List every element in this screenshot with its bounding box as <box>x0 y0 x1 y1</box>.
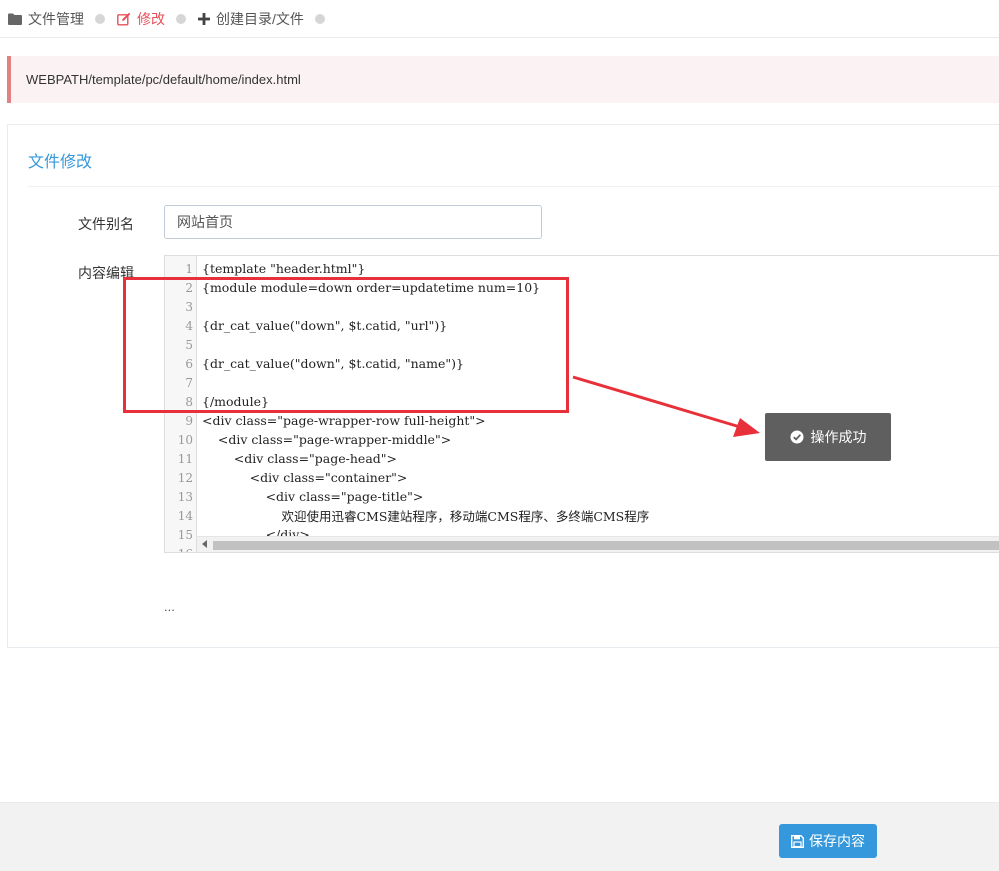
line-number: 16 <box>165 547 193 553</box>
code-text: {template "header.html"} <box>202 261 366 276</box>
save-button-label: 保存内容 <box>809 833 865 849</box>
code-line[interactable]: 1 {template "header.html"} <box>165 259 365 278</box>
code-line[interactable]: 11 <div class="page-head"> <box>165 449 397 468</box>
line-number: 1 <box>185 261 193 276</box>
code-line[interactable]: 13 <div class="page-title"> <box>165 487 424 506</box>
check-circle-icon <box>790 430 804 444</box>
footer-bar: 保存内容 <box>0 802 999 871</box>
alias-label: 文件别名 <box>78 216 134 232</box>
line-number: 11 <box>177 451 193 466</box>
plus-icon <box>198 12 210 25</box>
breadcrumb: 文件管理 修改 创建目录/文件 <box>0 0 999 38</box>
alias-input[interactable]: 网站首页 <box>164 205 542 239</box>
breadcrumb-label: 修改 <box>137 10 165 27</box>
file-path-text: WEBPATH/template/pc/default/home/index.h… <box>26 72 301 87</box>
scroll-left-icon[interactable] <box>202 540 207 548</box>
code-line[interactable]: 9 <div class="page-wrapper-row full-heigh… <box>165 411 486 430</box>
breadcrumb-label: 文件管理 <box>28 10 84 27</box>
code-text: <div class="page-title"> <box>202 489 424 504</box>
panel-title: 文件修改 <box>28 154 93 171</box>
panel-divider <box>28 186 999 187</box>
folder-icon <box>8 13 22 25</box>
breadcrumb-file-manager[interactable]: 文件管理 <box>8 9 84 29</box>
breadcrumb-label: 创建目录/文件 <box>216 10 304 27</box>
line-number: 15 <box>177 527 193 542</box>
horizontal-scrollbar[interactable] <box>197 536 999 552</box>
code-line[interactable]: 12 <div class="container"> <box>165 468 408 487</box>
code-text: <div class="page-wrapper-row full-height… <box>202 413 486 428</box>
code-line[interactable]: 14 欢迎使用迅睿CMS建站程序，移动端CMS程序、多终端CMS程序 <box>165 506 650 525</box>
save-button[interactable]: 保存内容 <box>779 824 877 858</box>
scrollbar-thumb[interactable] <box>213 541 999 550</box>
line-number: 12 <box>177 470 193 485</box>
breadcrumb-separator <box>176 13 186 24</box>
ellipsis-text: ... <box>164 599 175 614</box>
breadcrumb-separator <box>95 13 105 24</box>
breadcrumb-create[interactable]: 创建目录/文件 <box>198 9 304 29</box>
file-path-note: WEBPATH/template/pc/default/home/index.h… <box>7 56 999 103</box>
save-icon <box>791 834 804 848</box>
success-toast: 操作成功 <box>765 413 891 461</box>
edit-icon <box>117 12 131 26</box>
breadcrumb-separator <box>314 13 325 24</box>
line-number: 10 <box>177 432 193 447</box>
code-line[interactable]: 10 <div class="page-wrapper-middle"> <box>165 430 451 449</box>
alias-input-value: 网站首页 <box>177 214 233 230</box>
code-text: <div class="page-head"> <box>202 451 398 466</box>
toast-label: 操作成功 <box>810 429 867 445</box>
annotation-highlight-box <box>123 277 569 413</box>
breadcrumb-edit[interactable]: 修改 <box>117 9 165 29</box>
line-number: 14 <box>177 508 193 523</box>
code-text: <div class="container"> <box>202 470 408 485</box>
code-text: 欢迎使用迅睿CMS建站程序，移动端CMS程序、多终端CMS程序 <box>202 509 650 524</box>
line-number: 9 <box>185 413 193 428</box>
line-number: 13 <box>177 489 193 504</box>
code-text: <div class="page-wrapper-middle"> <box>202 432 452 447</box>
